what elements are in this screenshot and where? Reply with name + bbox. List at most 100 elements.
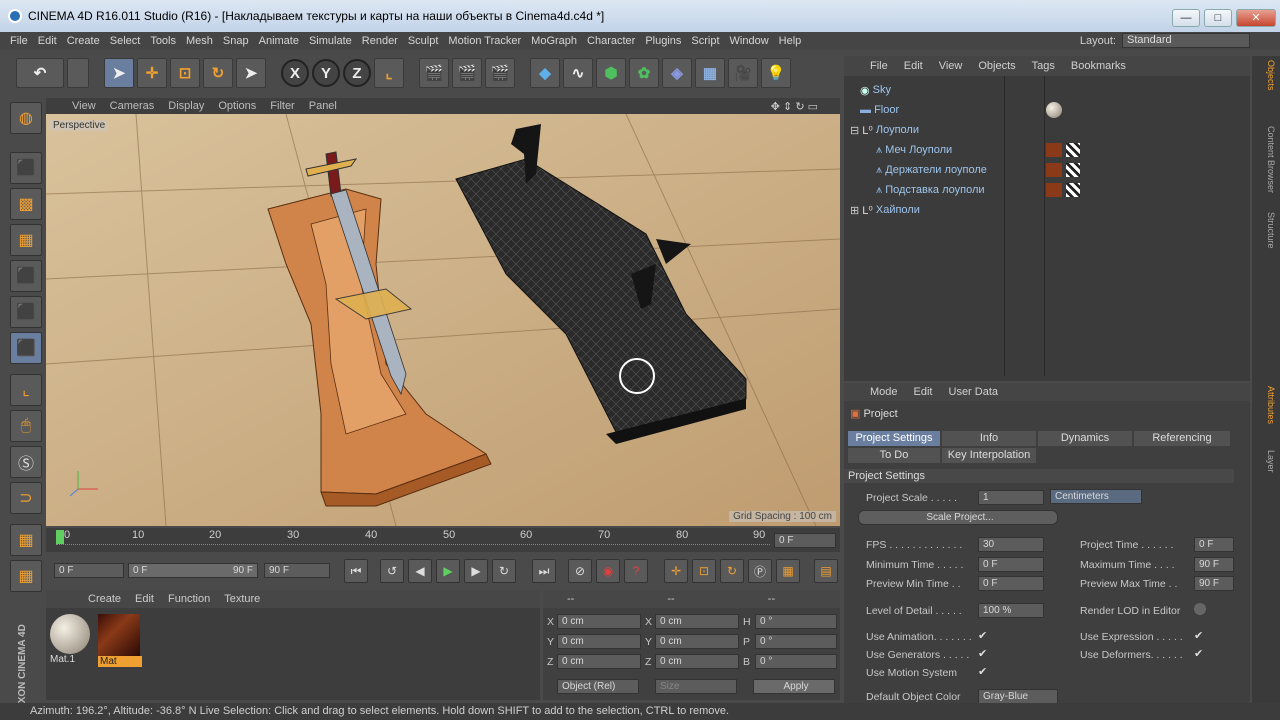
z-axis-lock-button[interactable]: Z [343, 59, 371, 87]
last-tool-icon[interactable]: ➤ [236, 58, 266, 88]
side-tab-content-browser[interactable]: Content Browser [1256, 126, 1276, 206]
render-picture-viewer-icon[interactable]: 🎬 [452, 58, 482, 88]
tab-dynamics[interactable]: Dynamics [1038, 431, 1132, 446]
points-mode-icon[interactable]: ⬛ [10, 260, 42, 292]
tab-to-do[interactable]: To Do [848, 448, 940, 463]
object-row-sky[interactable]: ◉ Sky [844, 80, 1250, 100]
default-color-dropdown[interactable]: Gray-Blue [978, 689, 1058, 704]
end-frame-field[interactable]: 90 F [264, 563, 330, 578]
previous-frame-icon[interactable]: ◀ [408, 559, 432, 583]
side-tab-attributes[interactable]: Attributes [1256, 386, 1276, 446]
y-axis-lock-button[interactable]: Y [312, 59, 340, 87]
move-icon[interactable]: ✛ [137, 58, 167, 88]
uv-tag-icon[interactable] [1066, 163, 1080, 177]
mat-menu-function[interactable]: Function [168, 593, 210, 605]
mat-menu-texture[interactable]: Texture [224, 593, 260, 605]
material-tag-icon[interactable] [1046, 102, 1062, 118]
project-scale-field[interactable]: 1 [978, 490, 1044, 505]
object-row-floor[interactable]: ▬ Floor [844, 100, 1250, 120]
menu-mesh[interactable]: Mesh [186, 35, 213, 47]
attr-menu-edit[interactable]: Edit [914, 386, 933, 398]
viewport-nav-icons[interactable]: ✥ ⇕ ↻ ▭ [771, 100, 818, 113]
obj-menu-objects[interactable]: Objects [978, 60, 1015, 72]
snap-icon[interactable]: Ⓢ [10, 446, 42, 478]
close-button[interactable]: ✕ [1236, 9, 1276, 27]
array-icon[interactable]: ✿ [629, 58, 659, 88]
material-mat[interactable]: Mat [98, 614, 142, 670]
menu-mograph[interactable]: MoGraph [531, 35, 577, 47]
uv-tag-icon[interactable] [1066, 183, 1080, 197]
menu-edit[interactable]: Edit [38, 35, 57, 47]
expand-icon[interactable]: ⊟ [850, 124, 862, 137]
viewport-menu-panel[interactable]: Panel [309, 100, 337, 112]
texture-tag-icon[interactable] [1046, 163, 1062, 177]
coord-size-dropdown[interactable]: Size [655, 679, 737, 694]
use-animation-checkbox[interactable]: ✔ [978, 630, 990, 642]
lod-field[interactable]: 100 % [978, 603, 1044, 618]
obj-menu-tags[interactable]: Tags [1032, 60, 1055, 72]
cube-icon[interactable]: ◆ [530, 58, 560, 88]
tweak-mode-icon[interactable]: 🖱 [10, 410, 42, 442]
key-param-icon[interactable]: Ⓟ [748, 559, 772, 583]
redo-button[interactable] [67, 58, 89, 88]
pos-x-field[interactable]: 0 cm [557, 614, 641, 629]
menu-character[interactable]: Character [587, 35, 635, 47]
side-tab-layer[interactable]: Layer [1256, 450, 1276, 490]
mat-menu-edit[interactable]: Edit [135, 593, 154, 605]
side-tab-structure[interactable]: Structure [1256, 212, 1276, 262]
preview-max-field[interactable]: 90 F [1194, 576, 1234, 591]
texture-tag-icon[interactable] [1046, 143, 1062, 157]
rotate-icon[interactable]: ↻ [203, 58, 233, 88]
render-settings-icon[interactable]: 🎬 [485, 58, 515, 88]
preview-min-field[interactable]: 0 F [978, 576, 1044, 591]
pos-y-field[interactable]: 0 cm [557, 634, 641, 649]
obj-menu-bookmarks[interactable]: Bookmarks [1071, 60, 1126, 72]
rot-b-field[interactable]: 0 ° [755, 654, 837, 669]
coordinate-system-icon[interactable]: ⌞ [374, 58, 404, 88]
playhead[interactable] [56, 530, 64, 544]
locked-workplane-icon[interactable]: ▦ [10, 560, 42, 592]
menu-motion-tracker[interactable]: Motion Tracker [448, 35, 521, 47]
key-scale-icon[interactable]: ⊡ [692, 559, 716, 583]
menu-sculpt[interactable]: Sculpt [408, 35, 439, 47]
texture-mode-icon[interactable]: ▩ [10, 188, 42, 220]
menu-select[interactable]: Select [110, 35, 141, 47]
current-frame-field[interactable]: 0 F [774, 533, 836, 548]
timeline-window-icon[interactable]: ▤ [814, 559, 838, 583]
tab-info[interactable]: Info [942, 431, 1036, 446]
use-generators-checkbox[interactable]: ✔ [978, 648, 990, 660]
start-frame-field[interactable]: 0 F [54, 563, 124, 578]
object-row-highpoly[interactable]: ⊞ L⁰ Хайполи [844, 200, 1250, 220]
menu-file[interactable]: File [10, 35, 28, 47]
go-to-start-icon[interactable]: ⏮ [344, 559, 368, 583]
floor-icon[interactable]: ▦ [695, 58, 725, 88]
object-row-sword[interactable]: ⩚ Меч Лоуполи [844, 140, 1250, 160]
object-row-holders[interactable]: ⩚ Держатели лоуполе [844, 160, 1250, 180]
workplane-icon[interactable]: ▦ [10, 524, 42, 556]
menu-tools[interactable]: Tools [150, 35, 176, 47]
render-view-icon[interactable]: 🎬 [419, 58, 449, 88]
attr-menu-mode[interactable]: Mode [870, 386, 898, 398]
max-time-field[interactable]: 90 F [1194, 557, 1234, 572]
viewport-menu-options[interactable]: Options [218, 100, 256, 112]
scale-icon[interactable]: ⊡ [170, 58, 200, 88]
next-key-icon[interactable]: ↻ [492, 559, 516, 583]
size-x-field[interactable]: 0 cm [655, 614, 739, 629]
obj-menu-view[interactable]: View [939, 60, 963, 72]
apply-button[interactable]: Apply [753, 679, 835, 694]
viewport-menu-cameras[interactable]: Cameras [110, 100, 155, 112]
expand-icon[interactable]: ⊞ [850, 204, 862, 217]
camera-icon[interactable]: 🎥 [728, 58, 758, 88]
preview-range-slider[interactable]: 0 F 90 F [128, 563, 258, 578]
key-position-icon[interactable]: ✛ [664, 559, 688, 583]
viewport-menu-filter[interactable]: Filter [270, 100, 294, 112]
render-lod-checkbox[interactable] [1194, 603, 1206, 615]
menu-snap[interactable]: Snap [223, 35, 249, 47]
project-time-field[interactable]: 0 F [1194, 537, 1234, 552]
coord-mode-dropdown[interactable]: Object (Rel) [557, 679, 639, 694]
spline-pen-icon[interactable]: ∿ [563, 58, 593, 88]
live-selection-icon[interactable]: ➤ [104, 58, 134, 88]
next-frame-icon[interactable]: ▶ [464, 559, 488, 583]
rot-p-field[interactable]: 0 ° [755, 634, 837, 649]
model-mode-icon[interactable]: ⬛ [10, 152, 42, 184]
